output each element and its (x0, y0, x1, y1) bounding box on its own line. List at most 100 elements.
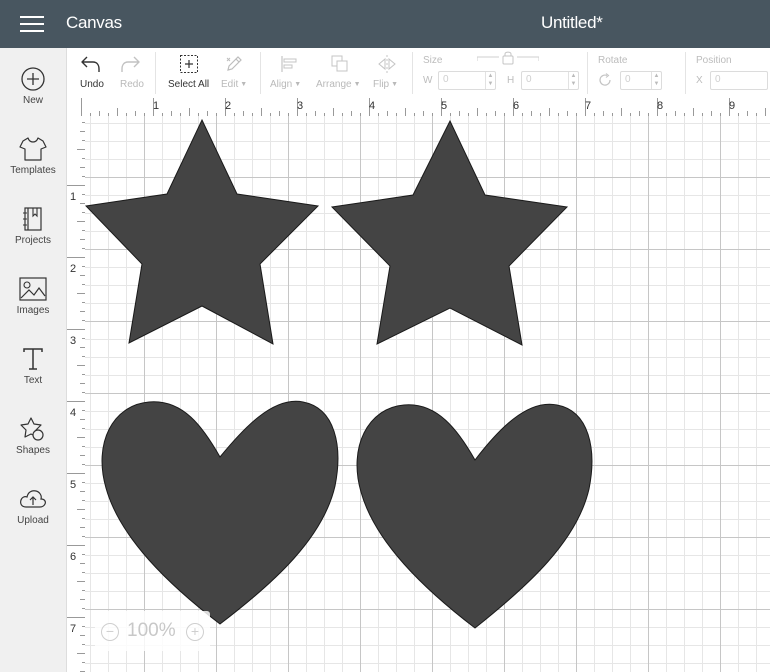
document-title[interactable]: Untitled* (541, 13, 603, 33)
position-x-label: X (696, 75, 703, 86)
sidebar-item-projects[interactable]: Projects (0, 206, 66, 270)
sidebar-item-label: Shapes (16, 445, 50, 456)
redo-button[interactable]: Redo (115, 48, 151, 98)
star-shape[interactable] (85, 118, 320, 345)
ruler-label: 2 (225, 100, 232, 112)
star-shape[interactable] (330, 119, 569, 346)
book-icon (23, 207, 42, 231)
chevron-down-icon: ▼ (353, 81, 361, 88)
text-icon (23, 348, 43, 370)
ruler-label: 3 (70, 335, 77, 347)
select-all-label: Select All (168, 79, 210, 90)
undo-label: Undo (80, 79, 104, 90)
toolbar-divider (587, 52, 588, 94)
width-stepper[interactable]: ▲ ▼ (485, 72, 495, 89)
lock-icon[interactable] (477, 51, 539, 67)
position-label: Position (696, 55, 732, 66)
heart-shape[interactable] (101, 400, 339, 625)
undo-button[interactable]: Undo (75, 48, 111, 98)
toolbar-divider (685, 52, 686, 94)
zoom-in-button[interactable]: + (186, 623, 204, 641)
design-canvas[interactable] (85, 116, 770, 672)
vertical-ruler: 1 2 3 4 5 6 7 (67, 116, 86, 672)
sidebar-item-upload[interactable]: Upload (0, 486, 66, 550)
horizontal-ruler: 1 2 3 4 5 6 7 8 9 (67, 98, 770, 117)
chevron-down-icon: ▼ (294, 81, 302, 88)
ruler-ticks (81, 98, 766, 116)
edit-button[interactable]: Edit ▼ (219, 48, 253, 98)
sidebar-item-images[interactable]: Images (0, 276, 66, 340)
arrange-button[interactable]: Arrange ▼ (315, 48, 365, 98)
edit-label: Edit (221, 79, 239, 90)
zoom-level: 100% (127, 620, 176, 641)
ruler-label: 7 (70, 623, 77, 635)
select-all-icon (180, 55, 198, 73)
chevron-down-icon: ▼ (391, 81, 399, 88)
ruler-label: 9 (729, 100, 736, 112)
canvas-shapes (85, 118, 593, 629)
flip-label: Flip (373, 79, 390, 90)
zoom-control: − 100% + (95, 611, 210, 651)
sidebar: New Templates Projects Images Text Shape… (0, 48, 67, 672)
ruler-label: 4 (70, 407, 77, 419)
select-all-button[interactable]: Select All (165, 48, 213, 98)
ruler-label: 1 (153, 100, 160, 112)
ruler-label: 3 (297, 100, 304, 112)
redo-label: Redo (120, 79, 144, 90)
ruler-label: 8 (657, 100, 664, 112)
align-button[interactable]: Align ▼ (269, 48, 309, 98)
redo-icon (121, 56, 140, 72)
sidebar-item-label: Templates (10, 165, 56, 176)
ruler-label: 5 (441, 100, 448, 112)
flip-button[interactable]: Flip ▼ (371, 48, 405, 98)
toolbar: Undo Redo Select All Edit ▼ Align ▼ Arra… (67, 48, 770, 99)
ruler-label: 6 (513, 100, 520, 112)
ruler-label: 2 (70, 263, 77, 275)
width-value: 0 (443, 74, 449, 85)
rotate-label: Rotate (598, 55, 628, 66)
shapes-icon (20, 417, 44, 441)
toolbar-divider (260, 52, 261, 94)
toolbar-divider (412, 52, 413, 94)
undo-icon (81, 56, 100, 72)
flip-icon (378, 55, 396, 73)
rotate-icon (599, 73, 611, 86)
width-field[interactable]: 0 ▲ ▼ (438, 71, 496, 90)
sidebar-item-label: Upload (17, 515, 49, 526)
sidebar-item-text[interactable]: Text (0, 346, 66, 410)
edit-icon (226, 56, 242, 71)
image-icon (19, 277, 47, 301)
ruler-label: 5 (70, 479, 77, 491)
height-value: 0 (526, 74, 532, 85)
sidebar-item-shapes[interactable]: Shapes (0, 416, 66, 480)
arrange-icon (331, 55, 348, 72)
rotate-stepper[interactable]: ▲ ▼ (651, 72, 661, 89)
menu-icon[interactable] (20, 14, 44, 34)
arrange-label: Arrange (316, 79, 352, 90)
cloud-upload-icon (20, 490, 46, 508)
height-stepper[interactable]: ▲ ▼ (568, 72, 578, 89)
ruler-label: 1 (70, 191, 77, 203)
zoom-out-button[interactable]: − (101, 623, 119, 641)
height-field[interactable]: 0 ▲ ▼ (521, 71, 579, 90)
sidebar-item-templates[interactable]: Templates (0, 136, 66, 200)
top-bar: Canvas Untitled* (0, 0, 770, 48)
size-label: Size (423, 55, 443, 66)
ruler-label: 4 (369, 100, 376, 112)
width-label: W (423, 75, 433, 86)
ruler-label: 7 (585, 100, 592, 112)
height-label: H (507, 75, 515, 86)
heart-shape[interactable] (356, 403, 593, 629)
sidebar-item-new[interactable]: New (0, 66, 66, 130)
shirt-icon (19, 137, 47, 161)
sidebar-item-label: Projects (14, 235, 52, 246)
position-x-field[interactable]: 0 (710, 71, 768, 90)
sidebar-item-label: New (22, 95, 43, 106)
chevron-down-icon: ▼ (240, 81, 248, 88)
plus-circle-icon (21, 67, 45, 91)
ruler-label: 6 (70, 551, 77, 563)
sidebar-item-label: Text (23, 375, 43, 386)
rotate-field[interactable]: 0 ▲ ▼ (620, 71, 662, 90)
align-icon (281, 56, 297, 72)
toolbar-divider (155, 52, 156, 94)
